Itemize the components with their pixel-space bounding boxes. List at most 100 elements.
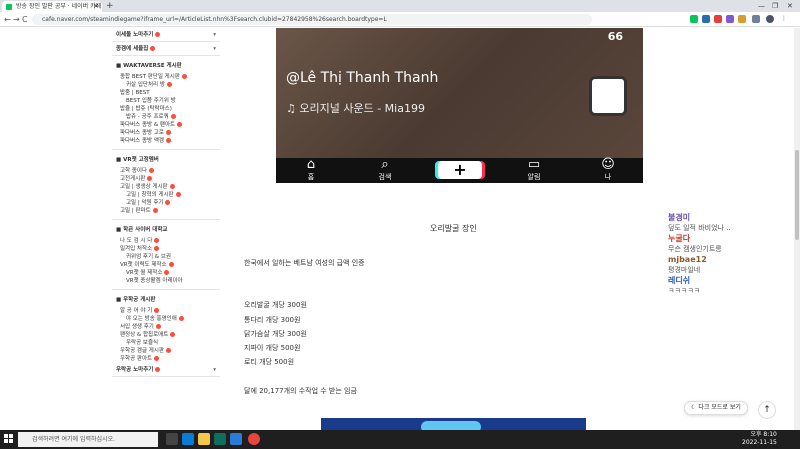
- tiktok-nav-search: ⌕ 검색: [360, 158, 410, 182]
- board-link[interactable]: 고밀 | 판마트: [112, 207, 220, 215]
- app-icon[interactable]: [214, 433, 226, 445]
- board-link[interactable]: 밥쥬 - 공주 프로쿼: [112, 113, 220, 121]
- board-link[interactable]: 고밀 | 생생상 게시판: [112, 183, 220, 191]
- chrome-icon[interactable]: [248, 433, 260, 445]
- extension-icon[interactable]: [702, 15, 710, 23]
- board-link[interactable]: 고전게시판: [112, 175, 220, 183]
- board-link[interactable]: VR챗 월 제작소: [112, 269, 220, 277]
- scroll-top-button[interactable]: ↑: [758, 401, 776, 419]
- article-closing: 달에 20,177개의 수작업 수 받는 임금: [244, 387, 357, 395]
- back-button[interactable]: ←: [4, 12, 11, 27]
- menu-noma-bottom[interactable]: 우락공 노마추기 ▾: [112, 363, 220, 377]
- sound-disc-icon: [589, 76, 627, 116]
- menu-noma-2[interactable]: 종겜에 세울집 ▾: [112, 42, 220, 56]
- extension-icon[interactable]: [726, 15, 734, 23]
- puzzle-icon[interactable]: [752, 15, 760, 23]
- reload-button[interactable]: C: [22, 12, 28, 27]
- chevron-down-icon[interactable]: ▾: [213, 28, 216, 42]
- board-link[interactable]: BEST 입쯤 주기위 방: [112, 97, 220, 105]
- forward-button[interactable]: →: [13, 12, 20, 27]
- chat-username: 누굴다: [668, 234, 691, 243]
- windows-start-icon[interactable]: [4, 434, 13, 443]
- board-link[interactable]: VR챗 이력도 제작소: [112, 261, 220, 269]
- board-link[interactable]: 고밀 | 악원 후기: [112, 199, 220, 207]
- chevron-down-icon[interactable]: ▾: [213, 363, 216, 377]
- edge-icon[interactable]: [182, 433, 194, 445]
- scrollbar-thumb[interactable]: [795, 150, 799, 240]
- video-background: [276, 28, 643, 158]
- dark-mode-button[interactable]: ☾ 다크 모드로 보기: [684, 401, 748, 415]
- home-icon: ⌂: [306, 157, 316, 172]
- board-link[interactable]: 종합 BEST 판단일 게시판: [112, 73, 220, 81]
- chat-message: 덮도 일적 바비었나 ..: [668, 224, 731, 232]
- board-link[interactable]: 우학공 판아트: [112, 355, 220, 363]
- section-title: ■ VR챗 고정멤버: [116, 157, 159, 163]
- taskbar-search-input[interactable]: 검색하려면 여기에 입력하십시오.: [18, 432, 158, 447]
- new-badge: [150, 46, 156, 51]
- app-icon[interactable]: [230, 433, 242, 445]
- profile-avatar[interactable]: [766, 15, 774, 23]
- cafe-sidebar: 이세돌 노마추기 ▾ 종겜에 세울집 ▾ ■ WAKTAVERSE 게시판 종합…: [112, 28, 220, 430]
- tiktok-video-screenshot[interactable]: 66 @Lê Thị Thanh Thanh ♫ 오리지널 사운드 - Mia1…: [276, 28, 643, 183]
- new-tab-button[interactable]: +: [106, 0, 114, 12]
- board-link[interactable]: VR챗 종상활겜 아레이아: [112, 277, 220, 285]
- board-link[interactable]: 귀위엄 후기 & 브권: [112, 253, 220, 261]
- board-link[interactable]: 파다버스 종방 & 팬아트: [112, 121, 220, 129]
- image-caption: 오리발굴 장인: [430, 224, 477, 233]
- plus-icon: +: [438, 161, 482, 179]
- chat-username: 레디쉬: [668, 276, 691, 285]
- price-line: 로티 개당 500원: [244, 358, 295, 366]
- divider: [112, 149, 220, 150]
- close-window-icon[interactable]: ✕: [787, 0, 793, 12]
- board-link[interactable]: 우락공 보즐식: [112, 339, 220, 347]
- tab-bar: [0, 0, 800, 12]
- board-link[interactable]: 밥쥴 | 밥쥬 (탁락마스): [112, 105, 220, 113]
- banner-image: [321, 418, 586, 430]
- board-link[interactable]: 나 도 검 시 다: [112, 237, 220, 245]
- section-title: ■ 우학궁 게시판: [116, 297, 156, 303]
- task-view-icon[interactable]: [166, 433, 178, 445]
- extension-icon[interactable]: [738, 15, 746, 23]
- menu-dots-icon[interactable]: ⋮: [780, 15, 788, 23]
- menu-noma-1[interactable]: 이세돌 노마추기 ▾: [112, 28, 220, 42]
- board-link[interactable]: 우학공 겜글 게시판: [112, 347, 220, 355]
- cafe-favicon-icon: [6, 4, 12, 10]
- board-link[interactable]: 밥줌 | BEST: [112, 89, 220, 97]
- board-link[interactable]: 귀살 입단처리 방: [112, 81, 220, 89]
- maximize-icon[interactable]: ❐: [772, 0, 778, 12]
- board-link[interactable]: 고밀 | 창혁의 게시판: [112, 191, 220, 199]
- address-bar: ← → C cafe.naver.com/steamindiegame?ifra…: [0, 12, 800, 27]
- price-line: 오리발굴 개당 300원: [244, 301, 307, 309]
- board-link[interactable]: 밀겨입 처작소: [112, 245, 220, 253]
- board-link[interactable]: 고학 종이다: [112, 167, 220, 175]
- profile-icon: ☺: [601, 157, 615, 172]
- price-line: 통다리 개당 300원: [244, 316, 301, 324]
- board-link[interactable]: 야 오는 방송 홍영인애: [112, 315, 220, 323]
- extension-icon[interactable]: [714, 15, 722, 23]
- taskbar-clock[interactable]: 오후 8:10 2022-11-15: [742, 431, 777, 447]
- board-link[interactable]: 팬정상 & 합칩로애트: [112, 331, 220, 339]
- menu-label: 종겜에 세울집: [116, 46, 149, 52]
- close-tab-icon[interactable]: ×: [93, 1, 99, 12]
- tiktok-nav-inbox: ▭ 알림: [509, 158, 559, 182]
- price-line: 닭가슴살 개당 300원: [244, 330, 307, 338]
- chat-username: 불경미: [668, 213, 691, 222]
- banner-logo: [421, 421, 481, 430]
- search-icon: ⌕: [381, 157, 389, 172]
- board-link[interactable]: 서입 생생 후기: [112, 323, 220, 331]
- browser-tab[interactable]: 방송 장인 발판 공부 · 네이버 카페 ×: [2, 1, 102, 12]
- extension-icon[interactable]: [690, 15, 698, 23]
- chevron-down-icon[interactable]: ▾: [213, 42, 216, 56]
- menu-label: 우락공 노마추기: [116, 367, 154, 373]
- tab-title: 방송 장인 발판 공부 · 네이버 카페: [16, 3, 102, 10]
- article-intro: 한국에서 일하는 베트남 여성의 급액 인증: [244, 259, 365, 267]
- board-link[interactable]: 파다버스 종방 고로: [112, 129, 220, 137]
- board-link[interactable]: 알 공 어 야 기: [112, 307, 220, 315]
- tiktok-navbar: ⌂ 홈 ⌕ 검색 + ▭ 알림 ☺ 나: [276, 158, 643, 183]
- chat-message: ㅋㅋㅋㅋㅋ: [668, 287, 701, 295]
- music-note-icon: ♫: [286, 102, 300, 115]
- board-link[interactable]: 파다버스 종방 액겜: [112, 137, 220, 145]
- url-input[interactable]: cafe.naver.com/steamindiegame?iframe_url…: [32, 14, 592, 25]
- file-explorer-icon[interactable]: [198, 433, 210, 445]
- minimize-icon[interactable]: —: [758, 0, 765, 12]
